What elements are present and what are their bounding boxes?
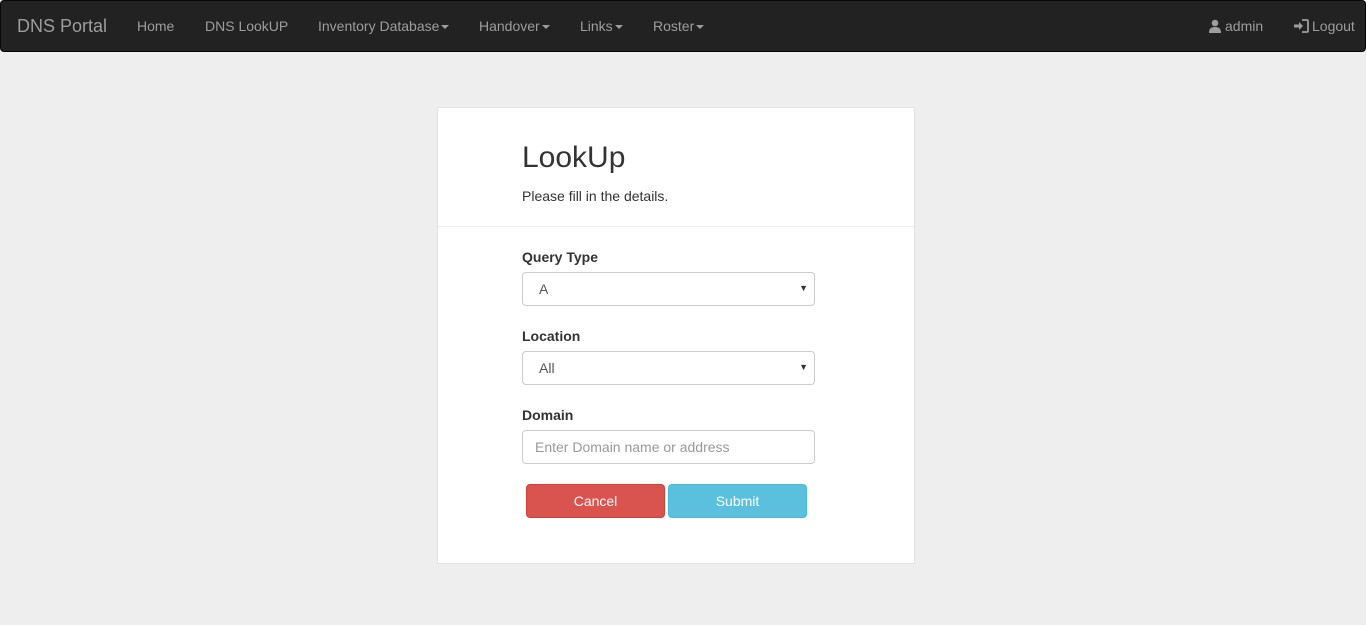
- navbar: DNS Portal Home DNS LookUP Inventory Dat…: [0, 0, 1366, 52]
- nav-dropdown-inventory-database[interactable]: Inventory Database: [318, 18, 450, 34]
- navbar-brand[interactable]: DNS Portal: [17, 16, 107, 37]
- caret-down-icon: [541, 25, 550, 30]
- caret-down-icon: [441, 25, 450, 30]
- query-type-select[interactable]: A ▼: [522, 272, 815, 306]
- nav-item-label: DNS LookUP: [205, 18, 289, 34]
- nav-user-label: admin: [1225, 18, 1264, 34]
- caret-down-icon: [696, 25, 705, 30]
- page-title: LookUp: [522, 141, 626, 174]
- nav-dropdown-links[interactable]: Links: [580, 18, 623, 34]
- cancel-button[interactable]: Cancel: [526, 484, 665, 518]
- divider: [438, 226, 914, 227]
- location-select[interactable]: All ▼: [522, 351, 815, 385]
- form-subtitle: Please fill in the details.: [522, 188, 669, 204]
- query-type-label: Query Type: [522, 249, 598, 265]
- location-label: Location: [522, 328, 581, 344]
- nav-item-label: Roster: [653, 18, 695, 34]
- nav-item-label: Links: [580, 18, 613, 34]
- nav-dropdown-roster[interactable]: Roster: [653, 18, 705, 34]
- domain-label: Domain: [522, 407, 574, 423]
- submit-button[interactable]: Submit: [668, 484, 807, 518]
- caret-down-icon: ▼: [799, 283, 808, 293]
- caret-down-icon: [614, 25, 623, 30]
- nav-item-label: Inventory Database: [318, 18, 440, 34]
- caret-down-icon: ▼: [799, 362, 808, 372]
- nav-dropdown-handover[interactable]: Handover: [479, 18, 550, 34]
- nav-item-home[interactable]: Home: [137, 18, 174, 34]
- nav-item-dns-lookup[interactable]: DNS LookUP: [205, 18, 288, 34]
- domain-input[interactable]: [522, 430, 815, 464]
- query-type-value: A: [539, 281, 549, 297]
- nav-user-admin[interactable]: admin: [1208, 18, 1263, 34]
- nav-logout-label: Logout: [1312, 18, 1355, 34]
- nav-logout[interactable]: Logout: [1294, 18, 1355, 34]
- nav-item-label: Home: [137, 18, 175, 34]
- log-in-icon: [1294, 19, 1309, 33]
- location-value: All: [539, 360, 555, 376]
- user-icon: [1209, 19, 1221, 33]
- lookup-form-panel: LookUp Please fill in the details. Query…: [437, 107, 915, 564]
- nav-item-label: Handover: [479, 18, 540, 34]
